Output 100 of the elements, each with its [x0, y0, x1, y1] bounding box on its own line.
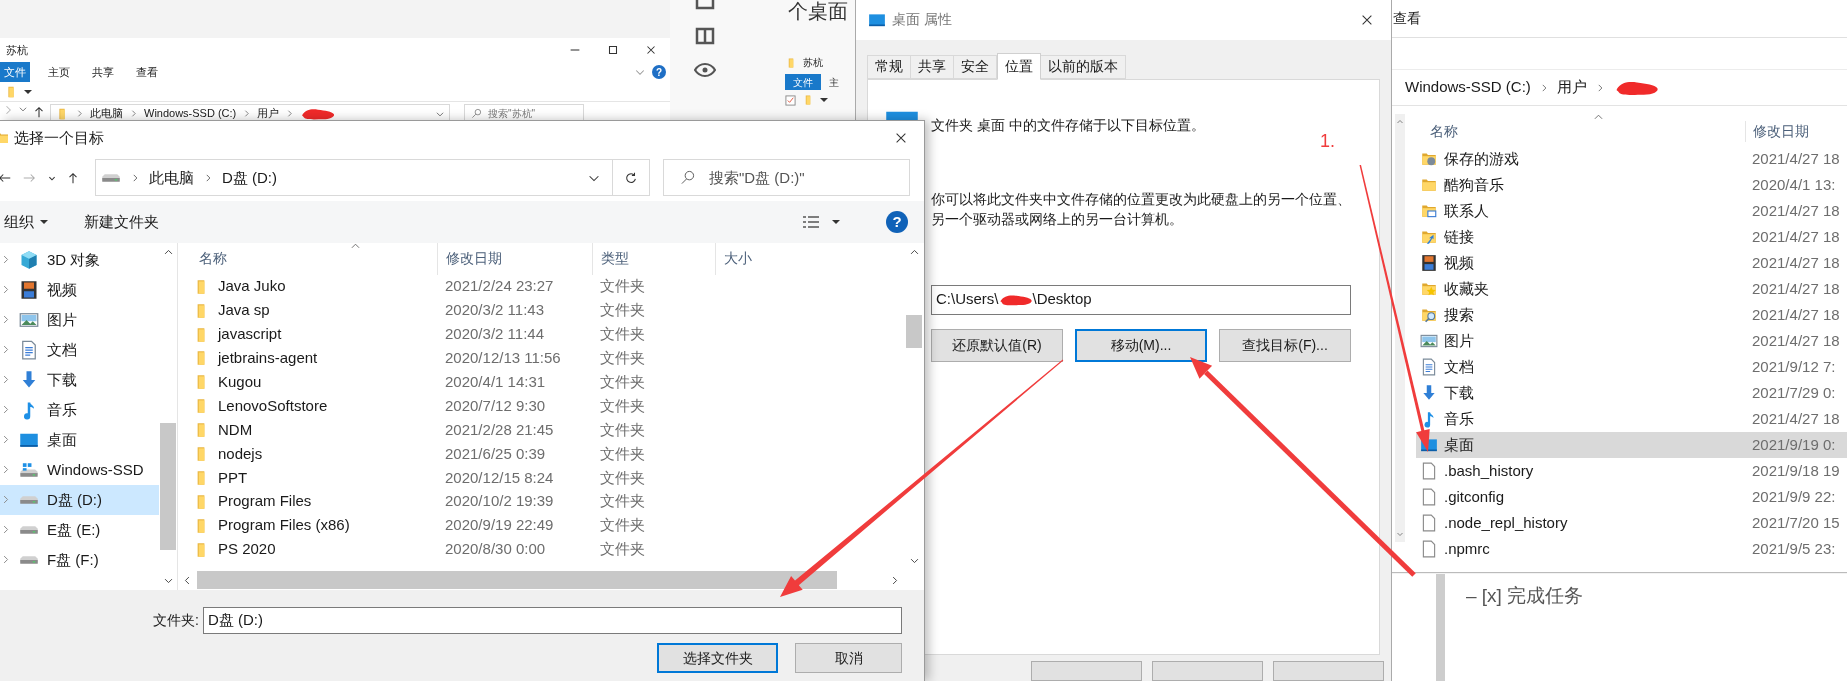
dialog-button[interactable]: 取消 [795, 643, 902, 674]
nav-item[interactable]: 图片 [0, 304, 159, 335]
nav-item[interactable]: E盘 (E:) [0, 514, 159, 545]
dialog-button[interactable] [1273, 661, 1384, 681]
file-name: Program Files (x86) [218, 515, 350, 536]
file-row[interactable]: LenovoSoftstore 2020/7/12 9:30 文件夹 [178, 394, 904, 419]
scrollbar[interactable] [1395, 114, 1405, 542]
address-bar[interactable]: 此电脑 D盘 (D:) [95, 159, 650, 197]
view-options-icon[interactable] [802, 213, 820, 230]
scrollbar-thumb[interactable] [160, 422, 176, 550]
file-row[interactable]: PS 2020 2020/8/30 0:00 文件夹 [178, 537, 904, 562]
file-row[interactable]: Program Files (x86) 2020/9/19 22:49 文件夹 [178, 513, 904, 538]
search-field[interactable]: 搜索"D盘 (D:)" [663, 159, 910, 197]
file-row[interactable]: 文档 2021/9/12 7: [1416, 354, 1847, 380]
ribbon-tab[interactable]: 查看 [1392, 8, 1421, 29]
ribbon-tab[interactable]: 文件 [0, 62, 30, 82]
file-row[interactable]: 保存的游戏 2021/4/27 18 [1416, 146, 1847, 172]
nav-item[interactable]: D盘 (D:) [0, 484, 159, 515]
address-bar[interactable]: Windows-SSD (C:) 用户 [1392, 70, 1847, 106]
breadcrumb[interactable]: 用户 [257, 105, 280, 120]
breadcrumb[interactable]: Windows-SSD (C:) [144, 105, 237, 120]
up-button[interactable] [32, 104, 46, 120]
file-row[interactable]: 视频 2021/4/27 18 [1416, 250, 1847, 276]
breadcrumb[interactable]: 此电脑 [90, 105, 123, 120]
nav-item[interactable]: 文档 [0, 334, 159, 365]
eye-icon[interactable] [694, 62, 716, 78]
date-cell-text: 2021/9/18 19 [1751, 460, 1840, 481]
nav-item[interactable]: 视频 [0, 274, 159, 305]
type-cell-text: 文件夹 [599, 276, 646, 297]
column-header[interactable]: 类型 [592, 242, 715, 275]
file-row[interactable]: .node_repl_history 2021/7/20 15 [1416, 510, 1847, 536]
file-row[interactable]: jetbrains-agent 2020/12/13 11:56 文件夹 [178, 346, 904, 371]
scrollbar-thumb[interactable] [197, 571, 837, 590]
breadcrumb[interactable]: 此电脑 [149, 166, 194, 190]
file-row[interactable]: nodejs 2021/6/25 0:39 文件夹 [178, 442, 904, 466]
ribbon-tab[interactable]: 文件 [785, 74, 821, 90]
checklist-icon[interactable] [785, 94, 796, 106]
file-row[interactable]: 酷狗音乐 2020/4/1 13: [1416, 172, 1847, 198]
breadcrumb[interactable]: D盘 (D:) [222, 166, 277, 190]
folder-field[interactable]: D盘 (D:) [203, 607, 902, 635]
file-name: jetbrains-agent [218, 348, 318, 369]
nav-item[interactable]: Windows-SSD [0, 454, 159, 485]
file-row[interactable]: Kugou 2020/4/1 14:31 文件夹 [178, 370, 904, 395]
dialog-button[interactable]: 移动(M)... [1075, 328, 1207, 362]
scrollbar-thumb[interactable] [906, 314, 922, 348]
help-button[interactable]: ? [886, 210, 908, 233]
ribbon-tab[interactable]: 查看 [130, 62, 164, 82]
path-field[interactable]: C:\Users\ \Desktop [931, 284, 1351, 315]
ribbon-tab[interactable]: 共享 [86, 62, 120, 82]
help-button[interactable]: ? [652, 65, 666, 79]
nav-item[interactable]: 下载 [0, 364, 159, 395]
ribbon-tab[interactable]: 主页 [42, 62, 76, 82]
tab[interactable]: 安全 [954, 54, 997, 79]
column-header[interactable]: 大小 [715, 242, 904, 275]
nav-item[interactable]: 桌面 [0, 424, 159, 455]
file-row[interactable]: Java Juko 2021/2/24 23:27 文件夹 [178, 274, 904, 299]
tab[interactable]: 常规 [867, 54, 911, 79]
file-row[interactable]: Program Files 2020/10/2 19:39 文件夹 [178, 489, 904, 514]
file-row[interactable]: NDM 2021/2/28 21:45 文件夹 [178, 418, 904, 442]
column-header[interactable]: 修改日期 [1745, 121, 1809, 142]
dialog-button[interactable]: 还原默认值(R) [931, 328, 1063, 362]
tab[interactable]: 位置 [997, 52, 1041, 80]
column-header[interactable]: 名称 [1406, 121, 1745, 142]
file-row[interactable]: 链接 2021/4/27 18 [1416, 224, 1847, 250]
file-row[interactable]: 联系人 2021/4/27 18 [1416, 198, 1847, 224]
ribbon-tab[interactable]: 主 [821, 74, 847, 90]
file-row[interactable]: .gitconfig 2021/9/9 22: [1416, 484, 1847, 510]
file-row[interactable]: .bash_history 2021/9/18 19 [1416, 458, 1847, 484]
organize-button[interactable]: 组织 [0, 210, 48, 234]
tab[interactable]: 以前的版本 [1041, 54, 1126, 79]
dialog-button[interactable]: 选择文件夹 [657, 643, 778, 674]
file-row[interactable]: .npmrc 2021/9/5 23: [1416, 536, 1847, 562]
dialog-button[interactable]: 查找目标(F)... [1219, 328, 1351, 362]
new-folder-button[interactable]: 新建文件夹 [84, 210, 159, 234]
file-row[interactable]: 桌面 2021/9/19 0: [1416, 432, 1847, 458]
file-row[interactable]: Java sp 2020/3/2 11:43 文件夹 [178, 298, 904, 323]
file-row[interactable]: 收藏夹 2021/4/27 18 [1416, 276, 1847, 302]
nav-item[interactable]: 音乐 [0, 394, 159, 425]
dialog-button[interactable] [1152, 661, 1263, 681]
file-row[interactable]: 下载 2021/7/29 0: [1416, 380, 1847, 406]
file-row[interactable]: PPT 2020/12/15 8:24 文件夹 [178, 465, 904, 490]
file-row[interactable]: 音乐 2021/4/27 18 [1416, 406, 1847, 432]
film-icon [19, 279, 39, 300]
file-name: Java Juko [218, 276, 286, 297]
nav-item[interactable]: F盘 (F:) [0, 544, 159, 575]
tab[interactable]: 共享 [911, 54, 954, 79]
breadcrumb[interactable]: 用户 [1556, 76, 1587, 99]
game-folder-icon [1420, 150, 1438, 168]
file-row[interactable]: 搜索 2021/4/27 18 [1416, 302, 1847, 328]
dialog-button[interactable] [1031, 661, 1142, 681]
nav-item[interactable]: 3D 对象 [0, 244, 159, 275]
file-row[interactable]: 图片 2021/4/27 18 [1416, 328, 1847, 354]
date-cell-text: 2021/4/27 18 [1751, 252, 1840, 273]
file-row[interactable]: javascript 2020/3/2 11:44 文件夹 [178, 322, 904, 347]
type-cell-text: 文件夹 [599, 324, 646, 345]
columns-icon[interactable] [695, 27, 715, 45]
breadcrumb[interactable]: Windows-SSD (C:) [1405, 76, 1531, 99]
file-name: nodejs [218, 443, 263, 464]
column-header[interactable]: 修改日期 [437, 242, 592, 275]
column-header[interactable]: 名称 [178, 242, 437, 275]
